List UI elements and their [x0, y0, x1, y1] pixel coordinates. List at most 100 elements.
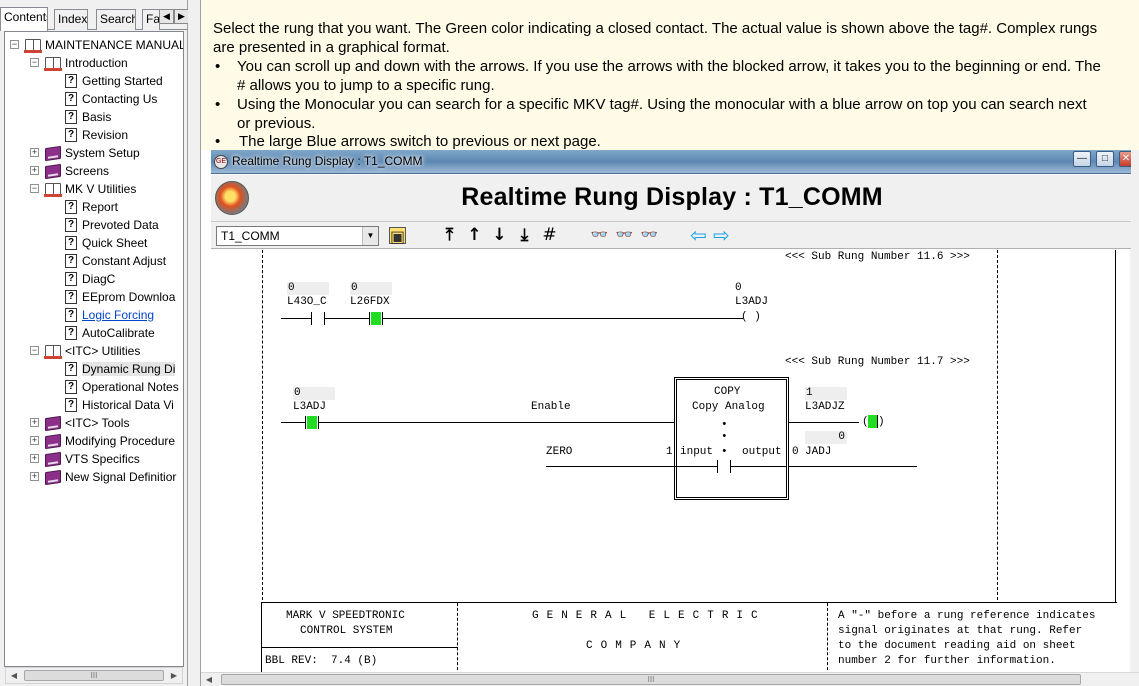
tree-item-label[interactable]: Introduction [65, 56, 128, 70]
contact-tag[interactable]: L26FDX [350, 296, 390, 308]
tree-item[interactable]: ? Dynamic Rung Di [5, 360, 183, 378]
print-icon[interactable]: ▣ [389, 227, 406, 245]
down-arrow-icon[interactable]: ↓ [489, 225, 510, 246]
collapse-icon[interactable]: − [10, 40, 19, 49]
expand-icon[interactable]: + [30, 436, 39, 445]
window-titlebar[interactable]: GE Realtime Rung Display : T1_COMM — □ ✕ [211, 150, 1133, 174]
tab-search[interactable]: Search [96, 9, 136, 30]
tab-scroll-left-button[interactable]: ◀ [159, 9, 174, 24]
tree-item-label[interactable]: Constant Adjust [82, 254, 166, 268]
tree-item[interactable]: ? Operational Notes [5, 378, 183, 396]
tab-scroll-right-button[interactable]: ▶ [174, 9, 189, 24]
tree-item[interactable]: ? AutoCalibrate [5, 324, 183, 342]
tree-item[interactable]: − Introduction [5, 54, 183, 72]
tree-item-content: ? Contacting Us [65, 92, 157, 106]
tree-item[interactable]: + New Signal Definitior [5, 468, 183, 486]
topic-horizontal-scrollbar[interactable]: ◀ III [201, 672, 1139, 686]
minimize-button[interactable]: — [1073, 151, 1091, 167]
last-rung-icon[interactable]: ⤓ [514, 225, 535, 246]
tree-item-label[interactable]: Dynamic Rung Di [82, 362, 176, 376]
tree-item-label[interactable]: Prevoted Data [82, 218, 159, 232]
scroll-right-arrow[interactable]: ▶ [166, 668, 182, 683]
binoculars-search-icon[interactable]: 👓 [589, 225, 610, 246]
tree-item[interactable]: ? Revision [5, 126, 183, 144]
first-rung-icon[interactable]: ⤒ [439, 225, 460, 246]
tree-item[interactable]: ? DiagC [5, 270, 183, 288]
tree-item[interactable]: ? Contacting Us [5, 90, 183, 108]
tree-item[interactable]: ? Prevoted Data [5, 216, 183, 234]
tree-item[interactable]: ? Report [5, 198, 183, 216]
tab-favorites[interactable]: Fa [142, 9, 160, 30]
tree-item-label[interactable]: VTS Specifics [65, 452, 140, 466]
tree-item[interactable]: ? Historical Data Vi [5, 396, 183, 414]
expand-icon[interactable]: + [30, 472, 39, 481]
binoculars-search-next-icon[interactable]: 👓 [614, 225, 635, 246]
tree-item-label[interactable]: MAINTENANCE MANUAL [45, 38, 183, 52]
block-title: COPY [714, 386, 741, 398]
tree-item-label[interactable]: New Signal Definitior [65, 470, 176, 484]
output-tag[interactable]: JADJ [805, 446, 831, 458]
collapse-icon[interactable]: − [30, 346, 39, 355]
collapse-icon[interactable]: − [30, 58, 39, 67]
tree-item[interactable]: − <ITC> Utilities [5, 342, 183, 360]
input-tag[interactable]: ZERO [546, 446, 572, 458]
tree-item-label[interactable]: AutoCalibrate [82, 326, 155, 340]
tree-item[interactable]: ? Quick Sheet [5, 234, 183, 252]
scroll-left-arrow[interactable]: ◀ [6, 668, 22, 683]
tree-item-label[interactable]: Revision [82, 128, 128, 142]
tree-item-label[interactable]: Historical Data Vi [82, 398, 174, 412]
scrollbar-thumb[interactable]: III [221, 674, 1081, 685]
tree-item-label[interactable]: <ITC> Tools [65, 416, 129, 430]
contact-tag[interactable]: L43O_C [287, 296, 327, 308]
expand-icon[interactable]: + [30, 454, 39, 463]
maximize-button[interactable]: □ [1096, 151, 1114, 167]
tree-item-label[interactable]: Screens [65, 164, 109, 178]
tree-item[interactable]: + Screens [5, 162, 183, 180]
tree-item[interactable]: − MAINTENANCE MANUAL [5, 36, 183, 54]
tree-item-label[interactable]: Operational Notes [82, 380, 179, 394]
coil-tag[interactable]: L3ADJ [735, 296, 768, 308]
tree-item-label[interactable]: EEprom Downloa [82, 290, 175, 304]
expand-icon[interactable]: + [30, 418, 39, 427]
expand-icon[interactable]: + [30, 166, 39, 175]
tree-item-label[interactable]: Basis [82, 110, 111, 124]
tree-item-label[interactable]: <ITC> Utilities [65, 344, 140, 358]
pane-splitter[interactable] [188, 0, 200, 686]
binoculars-search-prev-icon[interactable]: 👓 [639, 225, 660, 246]
tab-index[interactable]: Index [54, 9, 88, 30]
tree-item-label[interactable]: DiagC [82, 272, 115, 286]
tree-item-label[interactable]: System Setup [65, 146, 140, 160]
tree-item[interactable]: ? Logic Forcing [5, 306, 183, 324]
tree-item[interactable]: + System Setup [5, 144, 183, 162]
tree-item[interactable]: + <ITC> Tools [5, 414, 183, 432]
chevron-down-icon[interactable]: ▼ [362, 227, 378, 245]
previous-page-icon[interactable]: ⇦ [688, 225, 709, 246]
expand-icon[interactable]: + [30, 148, 39, 157]
scrollbar-thumb[interactable]: III [24, 670, 164, 681]
scroll-left-arrow[interactable]: ◀ [201, 672, 217, 686]
tree-item-label[interactable]: Contacting Us [82, 92, 157, 106]
tree-item[interactable]: − MK V Utilities [5, 180, 183, 198]
tree-item[interactable]: ? Basis [5, 108, 183, 126]
contact-tag[interactable]: L3ADJ [293, 401, 326, 413]
tree-item-label[interactable]: Modifying Procedure [65, 434, 175, 448]
topic-vertical-scrollbar[interactable] [1131, 150, 1139, 672]
jump-to-rung-icon[interactable]: # [539, 225, 560, 246]
tree-horizontal-scrollbar[interactable]: ◀ III ▶ [5, 667, 183, 684]
next-page-icon[interactable]: ⇨ [711, 225, 732, 246]
tree-item-label[interactable]: Logic Forcing [82, 308, 154, 322]
tree-item[interactable]: + Modifying Procedure [5, 432, 183, 450]
up-arrow-icon[interactable]: ↑ [464, 225, 485, 246]
tree-item-label[interactable]: Getting Started [82, 74, 163, 88]
coil-tag[interactable]: L3ADJZ [805, 401, 845, 413]
tree-item[interactable]: ? Getting Started [5, 72, 183, 90]
tab-contents[interactable]: Contents [0, 7, 48, 31]
tree-item[interactable]: ? EEprom Downloa [5, 288, 183, 306]
tree-item[interactable]: + VTS Specifics [5, 450, 183, 468]
tree-item-label[interactable]: Report [82, 200, 118, 214]
rung-select-dropdown[interactable]: T1_COMM ▼ [216, 226, 379, 246]
tree-item-label[interactable]: MK V Utilities [65, 182, 136, 196]
tree-item[interactable]: ? Constant Adjust [5, 252, 183, 270]
collapse-icon[interactable]: − [30, 184, 39, 193]
tree-item-label[interactable]: Quick Sheet [82, 236, 147, 250]
